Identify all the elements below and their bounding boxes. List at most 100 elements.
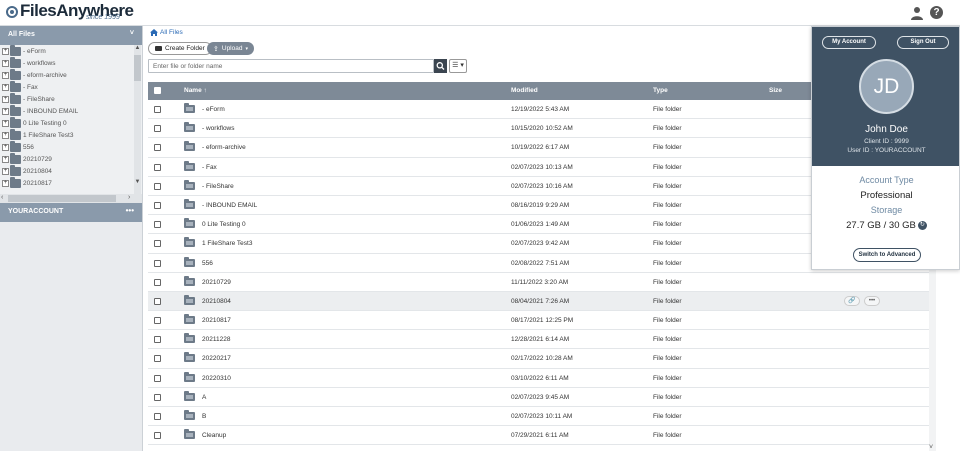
- scroll-up-icon[interactable]: ▲: [134, 45, 141, 51]
- table-row[interactable]: B 02/07/2023 10:11 AM File folder: [148, 407, 929, 427]
- row-checkbox[interactable]: [154, 221, 161, 229]
- hscroll-thumb[interactable]: [8, 195, 116, 202]
- expand-icon[interactable]: +: [2, 119, 9, 127]
- file-name[interactable]: Cleanup: [202, 432, 226, 439]
- scroll-thumb[interactable]: [134, 55, 141, 81]
- file-name[interactable]: 20210804: [202, 298, 231, 305]
- help-icon[interactable]: ?: [930, 6, 943, 19]
- file-name[interactable]: - Fax: [202, 164, 217, 171]
- column-modified[interactable]: Modified: [511, 87, 538, 94]
- expand-icon[interactable]: +: [2, 131, 9, 139]
- scroll-left-icon[interactable]: ‹: [1, 194, 3, 201]
- table-row[interactable]: 20210817 08/17/2021 12:25 PM File folder: [148, 311, 929, 331]
- user-icon[interactable]: [910, 6, 924, 20]
- row-checkbox[interactable]: [154, 317, 161, 325]
- breadcrumb[interactable]: All Files: [150, 29, 183, 36]
- expand-icon[interactable]: +: [2, 59, 9, 67]
- row-checkbox[interactable]: [154, 432, 161, 440]
- column-type[interactable]: Type: [653, 87, 668, 94]
- expand-icon[interactable]: +: [2, 167, 9, 175]
- my-account-button[interactable]: My Account: [822, 36, 876, 49]
- file-name[interactable]: 20210729: [202, 279, 231, 286]
- tree-item[interactable]: + - eform-archive: [0, 68, 142, 81]
- expand-icon[interactable]: +: [2, 47, 9, 55]
- expand-icon[interactable]: +: [2, 95, 9, 103]
- switch-to-advanced-button[interactable]: Switch to Advanced: [853, 248, 921, 262]
- expand-icon[interactable]: +: [2, 107, 9, 115]
- table-row[interactable]: 20211228 12/28/2021 6:14 AM File folder: [148, 330, 929, 350]
- tree-item[interactable]: + - FileShare: [0, 92, 142, 105]
- tree-item[interactable]: +20210817: [0, 176, 142, 189]
- more-icon[interactable]: •••: [126, 206, 134, 215]
- scroll-down-icon[interactable]: ▼: [134, 179, 141, 185]
- chevron-down-icon[interactable]: ˅: [130, 30, 134, 37]
- file-name[interactable]: - INBOUND EMAIL: [202, 202, 257, 209]
- tree-item[interactable]: +556: [0, 140, 142, 153]
- table-row[interactable]: Cleanup 07/29/2021 6:11 AM File folder: [148, 426, 929, 446]
- row-checkbox[interactable]: [154, 297, 161, 305]
- table-row[interactable]: A 02/07/2023 9:45 AM File folder: [148, 388, 929, 407]
- row-checkbox[interactable]: [154, 374, 161, 382]
- file-name[interactable]: - workflows: [202, 125, 235, 132]
- row-checkbox[interactable]: [154, 106, 161, 113]
- expand-icon[interactable]: +: [2, 143, 9, 151]
- table-row[interactable]: 20210804 08/04/2021 7:26 AM File folder 🔗 ••…: [148, 291, 929, 312]
- tree-item[interactable]: + - eForm: [0, 45, 142, 57]
- scroll-down-icon[interactable]: ˅: [929, 444, 933, 451]
- row-checkbox[interactable]: [154, 240, 161, 248]
- tree-item[interactable]: +0 Lite Testing 0: [0, 116, 142, 129]
- create-folder-button[interactable]: Create Folder: [148, 42, 212, 55]
- account-section[interactable]: YOURACCOUNT •••: [0, 203, 142, 222]
- expand-icon[interactable]: +: [2, 71, 9, 79]
- search-input[interactable]: Enter file or folder name: [148, 59, 434, 73]
- table-row[interactable]: 20210729 11/11/2022 3:20 AM File folder: [148, 273, 929, 292]
- file-name[interactable]: 556: [202, 260, 213, 267]
- row-checkbox[interactable]: [154, 144, 161, 152]
- tree-item[interactable]: + - INBOUND EMAIL: [0, 104, 142, 117]
- row-checkbox[interactable]: [154, 182, 161, 190]
- table-row[interactable]: 20220217 02/17/2022 10:28 AM File folder: [148, 349, 929, 369]
- file-name[interactable]: - FileShare: [202, 183, 234, 190]
- file-name[interactable]: - eform-archive: [202, 144, 246, 151]
- tree-item[interactable]: + - workflows: [0, 56, 142, 69]
- search-icon[interactable]: [434, 59, 447, 73]
- upload-button[interactable]: ⇪ Upload ▾: [207, 42, 254, 55]
- file-name[interactable]: 20220310: [202, 375, 231, 382]
- row-checkbox[interactable]: [154, 355, 161, 363]
- scroll-right-icon[interactable]: ›: [128, 194, 130, 201]
- row-checkbox[interactable]: [154, 413, 161, 420]
- breadcrumb-all-files[interactable]: All Files: [160, 29, 183, 36]
- more-icon[interactable]: •••: [864, 295, 880, 306]
- tree-item[interactable]: + - Fax: [0, 80, 142, 93]
- expand-icon[interactable]: +: [2, 179, 9, 187]
- file-name[interactable]: 20211228: [202, 336, 230, 343]
- row-checkbox[interactable]: [154, 125, 161, 133]
- column-name[interactable]: Name ↑: [184, 87, 207, 94]
- view-mode-button[interactable]: ☰ ▾: [449, 59, 467, 73]
- tree-item[interactable]: +1 FileShare Test3: [0, 128, 142, 141]
- sign-out-button[interactable]: Sign Out: [897, 36, 949, 49]
- row-checkbox[interactable]: [154, 336, 161, 344]
- file-name[interactable]: 1 FileShare Test3: [202, 240, 252, 247]
- row-checkbox[interactable]: [154, 393, 161, 401]
- column-size[interactable]: Size: [769, 87, 782, 94]
- row-checkbox[interactable]: [154, 259, 161, 267]
- tree-vertical-scrollbar[interactable]: ▲ ▼: [134, 45, 141, 194]
- file-name[interactable]: A: [202, 394, 206, 401]
- row-checkbox[interactable]: [154, 278, 161, 286]
- file-name[interactable]: - eForm: [202, 106, 225, 113]
- expand-icon[interactable]: +: [2, 155, 9, 163]
- tree-horizontal-scrollbar[interactable]: ‹ ›: [0, 194, 142, 203]
- sidebar-header[interactable]: All Files ˅: [0, 26, 142, 45]
- file-name[interactable]: 20220217: [202, 355, 231, 362]
- row-checkbox[interactable]: [154, 163, 161, 171]
- row-checkbox[interactable]: [154, 201, 161, 209]
- expand-icon[interactable]: +: [2, 83, 9, 91]
- tree-item[interactable]: +20210729: [0, 152, 142, 165]
- tree-item[interactable]: +20210804: [0, 164, 142, 177]
- file-name[interactable]: B: [202, 413, 206, 420]
- link-icon[interactable]: 🔗: [844, 295, 860, 306]
- file-name[interactable]: 20210817: [202, 317, 231, 324]
- file-name[interactable]: 0 Lite Testing 0: [202, 221, 246, 228]
- select-all-checkbox[interactable]: [154, 87, 161, 94]
